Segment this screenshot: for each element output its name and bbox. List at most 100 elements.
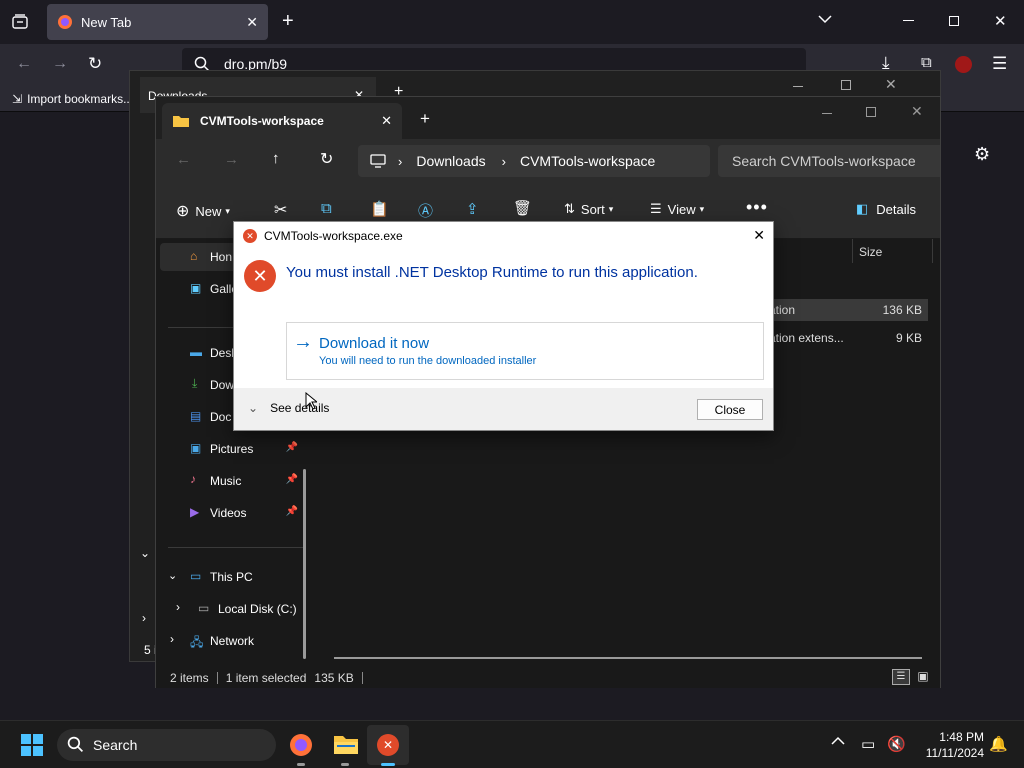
search-icon [67, 736, 84, 753]
file-explorer-taskbar-icon[interactable] [333, 733, 359, 755]
column-header-size[interactable]: Size [859, 245, 882, 259]
ublock-icon[interactable] [955, 56, 972, 73]
share-icon[interactable]: ⇪ [466, 200, 479, 218]
chevron-down-icon: ▾ [225, 205, 230, 216]
explorer-close-icon[interactable]: ✕ [911, 103, 923, 120]
import-bookmarks-link[interactable]: ⇲ Import bookmarks... [12, 92, 133, 106]
nav-network-label: Network [210, 634, 255, 648]
pin-icon[interactable]: 📌 [286, 506, 298, 517]
reload-icon[interactable]: ↻ [88, 54, 102, 74]
nav-scrollbar[interactable] [303, 469, 306, 659]
see-details-toggle[interactable]: ⌄ See details [248, 401, 329, 415]
error-icon: ✕ [244, 260, 276, 292]
network-tray-icon[interactable]: ▭ [861, 735, 875, 753]
close-button[interactable]: Close [697, 399, 763, 420]
copy-icon[interactable]: ⧉ [321, 200, 332, 217]
download-arrow-icon: ⤓ [192, 376, 198, 390]
back-close-icon[interactable]: ✕ [885, 76, 897, 93]
nav-item-videos[interactable]: ▶ Videos 📌 [160, 499, 306, 527]
breadcrumb-current[interactable]: CVMTools-workspace [520, 153, 655, 169]
download-title: Download it now [319, 335, 430, 352]
nav-back-icon[interactable]: ← [176, 151, 191, 168]
settings-gear-icon[interactable]: ⚙ [974, 144, 990, 165]
new-tab-icon[interactable]: + [282, 10, 294, 33]
nav-forward-icon[interactable]: → [224, 151, 239, 168]
arrow-right-icon: → [293, 331, 313, 353]
clock-date: 11/11/2024 [925, 746, 984, 760]
horizontal-scrollbar[interactable] [334, 657, 922, 659]
pin-icon[interactable]: 📌 [286, 474, 298, 485]
nav-item-local-disk[interactable]: › ▭ Local Disk (C:) [168, 595, 314, 623]
details-view-toggle-icon[interactable]: ☰ [892, 669, 910, 685]
volume-tray-icon[interactable]: 🔇 [887, 735, 906, 753]
details-button[interactable]: ◧ Details [856, 201, 916, 217]
show-hidden-icons-chevron-icon[interactable] [831, 736, 845, 746]
menu-icon[interactable]: ☰ [992, 54, 1007, 74]
notification-bell-icon[interactable]: 🔔 [989, 735, 1008, 753]
videos-icon: ▶ [190, 505, 200, 519]
expand-chevron-icon[interactable]: › [170, 632, 174, 646]
sort-icon: ⇅ [564, 201, 575, 216]
minimize-icon[interactable] [903, 20, 914, 21]
back-chevron-icon[interactable]: ⌄ [140, 546, 150, 560]
breadcrumb-chevron-icon: › [398, 153, 403, 169]
download-now-command-link[interactable]: → Download it now You will need to run t… [286, 322, 764, 380]
expand-chevron-icon[interactable]: ⌄ [168, 569, 177, 582]
close-tab-icon[interactable]: ✕ [246, 14, 258, 31]
view-button[interactable]: ☰ View ▾ [650, 201, 704, 217]
sort-button[interactable]: ⇅ Sort ▾ [564, 201, 613, 217]
delete-icon[interactable]: 🗑 [513, 199, 532, 217]
maximize-icon[interactable] [949, 16, 959, 26]
address-box[interactable]: › Downloads › CVMTools-workspace [358, 145, 710, 177]
windows-start-icon[interactable] [20, 733, 44, 757]
close-icon[interactable]: ✕ [994, 12, 1007, 30]
view-label: View [667, 201, 696, 217]
running-indicator [341, 763, 349, 766]
explorer-minimize-icon[interactable] [822, 113, 832, 114]
clock-time: 1:48 PM [939, 730, 984, 744]
clock[interactable]: 1:48 PM 11/11/2024 [914, 729, 984, 761]
nav-up-icon[interactable]: ↑ [272, 150, 280, 167]
column-divider [852, 239, 853, 263]
rename-icon[interactable]: Ⓐ [418, 200, 433, 221]
paste-icon[interactable]: 📋 [370, 200, 389, 218]
back-minimize-icon[interactable] [793, 86, 803, 87]
nav-refresh-icon[interactable]: ↻ [320, 149, 333, 169]
back-maximize-icon[interactable] [841, 80, 851, 90]
forward-icon[interactable]: → [52, 55, 68, 73]
nav-item-this-pc[interactable]: ⌄ ▭ This PC [160, 563, 306, 591]
firefox-taskbar-icon[interactable] [289, 733, 313, 757]
status-selected: 1 item selected [225, 670, 307, 685]
nav-item-network[interactable]: › 🖧 Network [160, 627, 306, 655]
tiles-view-toggle-icon[interactable]: ▣ [914, 669, 932, 685]
back-icon[interactable]: ← [16, 55, 32, 73]
dialog-close-icon[interactable]: ✕ [753, 227, 765, 244]
nav-item-music[interactable]: ♪ Music 📌 [160, 467, 306, 495]
firefox-icon [57, 14, 73, 30]
import-icon: ⇲ [12, 91, 23, 106]
gallery-icon: ▣ [190, 281, 202, 295]
plus-circle-icon: ⊕ [176, 203, 190, 220]
explorer-new-tab-icon[interactable]: + [420, 109, 430, 129]
desktop-icon: ▬ [190, 345, 202, 359]
tab-list-icon[interactable] [11, 13, 29, 31]
expand-chevron-icon[interactable]: › [176, 600, 180, 614]
file-size: 136 KB [882, 303, 922, 317]
taskbar-search-box[interactable]: Search [57, 729, 276, 761]
explorer-maximize-icon[interactable] [866, 107, 876, 117]
breadcrumb-downloads[interactable]: Downloads [416, 153, 485, 169]
pin-icon[interactable]: 📌 [286, 442, 298, 453]
explorer-tab-close-icon[interactable]: ✕ [381, 113, 392, 129]
explorer-search-input[interactable]: Search CVMTools-workspace [718, 145, 940, 177]
list-all-tabs-icon[interactable] [818, 14, 832, 24]
cut-icon[interactable]: ✂ [274, 200, 287, 220]
browser-tab-new[interactable]: New Tab ✕ [47, 4, 268, 40]
browser-tab-bar: New Tab ✕ + ✕ [0, 0, 1024, 44]
nav-item-pictures[interactable]: ▣ Pictures 📌 [160, 435, 306, 463]
new-button[interactable]: ⊕ New ▾ [176, 201, 230, 221]
more-options-icon[interactable]: ••• [746, 197, 768, 218]
explorer-tab[interactable]: CVMTools-workspace ✕ [162, 103, 402, 139]
error-app-taskbar-icon[interactable]: ✕ [377, 734, 399, 756]
extensions-icon[interactable]: ⧉ [921, 54, 932, 71]
back-expand-icon[interactable]: › [142, 611, 146, 625]
